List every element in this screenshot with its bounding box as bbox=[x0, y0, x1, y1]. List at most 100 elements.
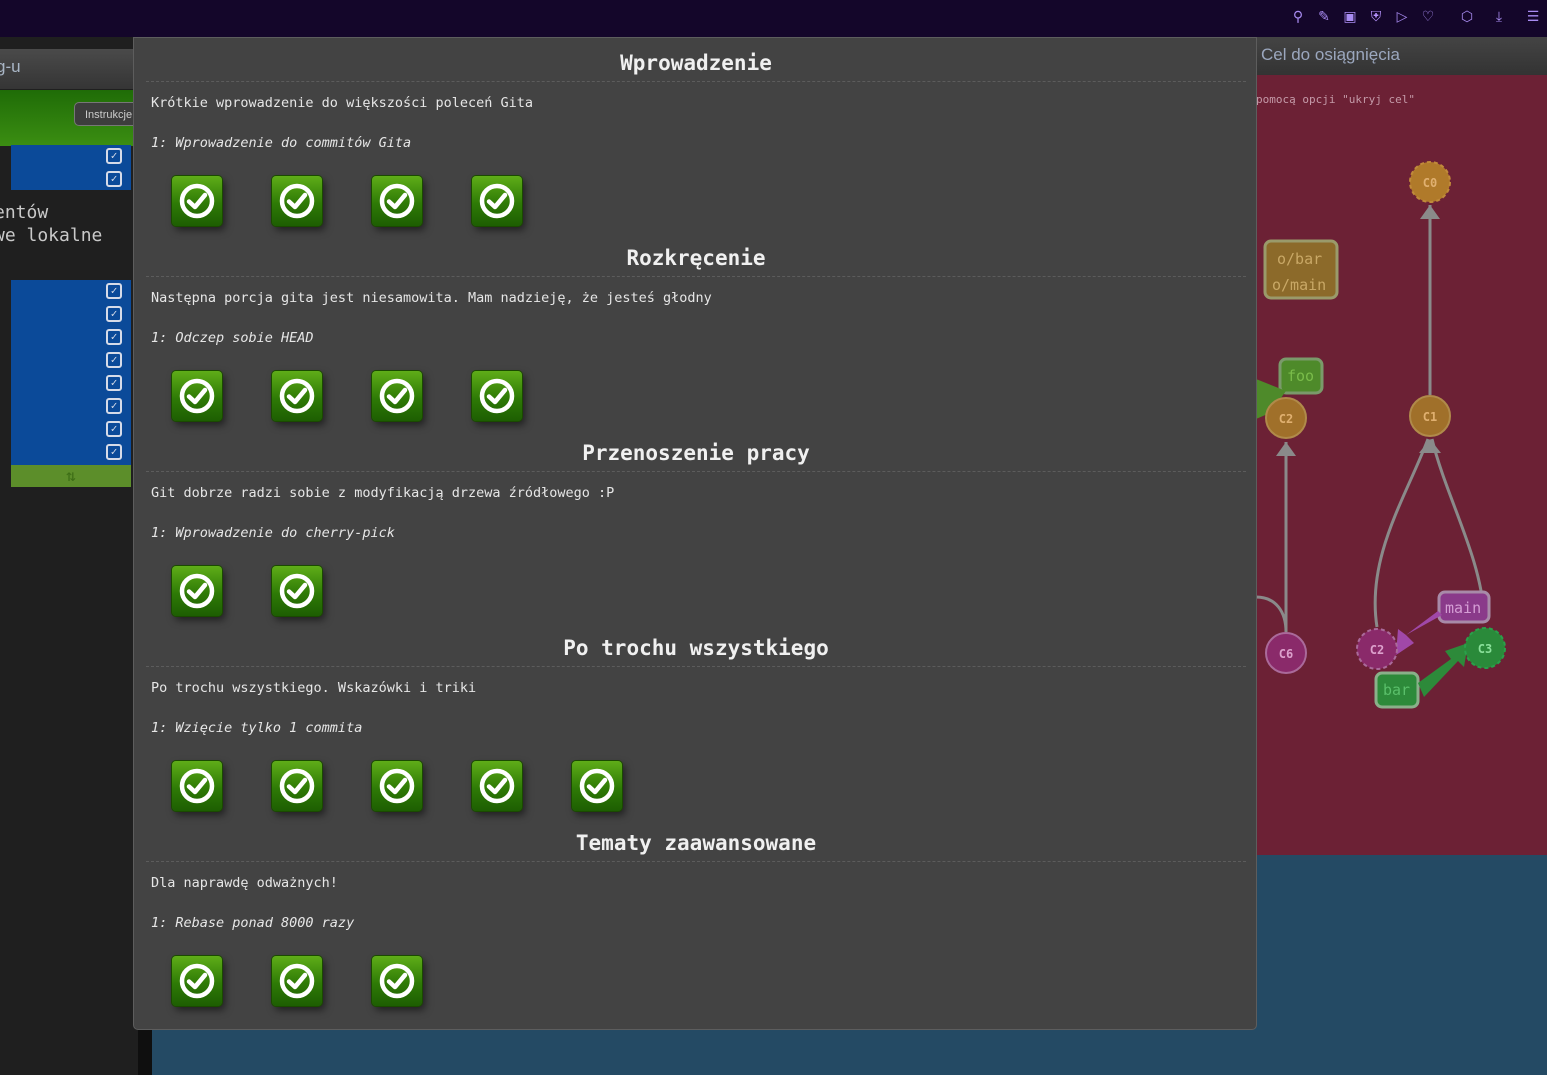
level-button[interactable] bbox=[472, 761, 522, 811]
edit-icon[interactable]: ✎ bbox=[1315, 8, 1333, 26]
camera-icon[interactable]: ▣ bbox=[1341, 8, 1359, 26]
check-icon bbox=[379, 963, 415, 999]
level-section: Po trochu wszystkiego Po trochu wszystkie… bbox=[134, 623, 1256, 818]
checkbox-icon[interactable]: ✓ bbox=[106, 444, 122, 460]
commit-node: C2 bbox=[1279, 412, 1293, 426]
download-icon[interactable]: ⤓ bbox=[1490, 8, 1508, 26]
check-icon bbox=[179, 768, 215, 804]
section-description: Dla naprawdę odważnych! bbox=[151, 875, 338, 891]
checkbox-icon[interactable]: ✓ bbox=[106, 375, 122, 391]
check-icon bbox=[379, 378, 415, 414]
cube-icon[interactable]: ⬡ bbox=[1458, 8, 1476, 26]
level-button[interactable] bbox=[572, 761, 622, 811]
section-level-name: 1: Wprowadzenie do cherry-pick bbox=[151, 525, 395, 541]
level-section: Tematy zaawansowane Dla naprawdę odważnyc… bbox=[134, 818, 1256, 1013]
level-button[interactable] bbox=[372, 956, 422, 1006]
check-icon bbox=[479, 183, 515, 219]
level-button[interactable] bbox=[372, 761, 422, 811]
level-button[interactable] bbox=[172, 761, 222, 811]
send-icon[interactable]: ▷ bbox=[1393, 8, 1411, 26]
check-icon bbox=[379, 183, 415, 219]
level-section: Przenoszenie pracy Git dobrze radzi sobie… bbox=[134, 428, 1256, 623]
commit-node: C3 bbox=[1478, 642, 1492, 656]
check-icon bbox=[279, 378, 315, 414]
section-description: Po trochu wszystkiego. Wskazówki i triki bbox=[151, 680, 477, 696]
checkbox-icon[interactable]: ✓ bbox=[106, 171, 122, 187]
left-titlebar bbox=[0, 49, 152, 89]
section-divider bbox=[146, 861, 1246, 862]
level-section: Wprowadzenie Krótkie wprowadzenie do więk… bbox=[134, 38, 1256, 233]
section-title: Wprowadzenie bbox=[620, 51, 772, 75]
checkbox-icon[interactable]: ✓ bbox=[106, 352, 122, 368]
level-button[interactable] bbox=[272, 956, 322, 1006]
section-divider bbox=[146, 276, 1246, 277]
check-icon bbox=[579, 768, 615, 804]
browser-toolbar: ⚲ ✎ ▣ ⛨ ▷ ♡ ⬡ ⤓ ☰ bbox=[0, 0, 1547, 37]
check-icon bbox=[379, 768, 415, 804]
check-icon bbox=[179, 963, 215, 999]
level-button[interactable] bbox=[172, 176, 222, 226]
level-button[interactable] bbox=[472, 176, 522, 226]
section-level-name: 1: Odczep sobie HEAD bbox=[151, 330, 314, 346]
branch-label: o/main bbox=[1272, 276, 1326, 294]
check-icon bbox=[279, 963, 315, 999]
section-description: Git dobrze radzi sobie z modyfikacją drz… bbox=[151, 485, 615, 501]
commit-node: C2 bbox=[1370, 643, 1384, 657]
checkbox-icon[interactable]: ✓ bbox=[106, 329, 122, 345]
section-divider bbox=[146, 666, 1246, 667]
checkbox-icon[interactable]: ✓ bbox=[106, 421, 122, 437]
branch-label: bar bbox=[1383, 681, 1410, 699]
level-button[interactable] bbox=[172, 371, 222, 421]
goal-tree: o/bar o/main foo main bar C0 C1 C2 C6 C2 bbox=[1256, 161, 1506, 709]
check-icon bbox=[479, 378, 515, 414]
left-text-line: we lokalne bbox=[0, 225, 103, 246]
section-title: Rozkręcenie bbox=[626, 246, 766, 270]
level-button[interactable] bbox=[372, 176, 422, 226]
level-select-modal: Wprowadzenie Krótkie wprowadzenie do więk… bbox=[133, 37, 1257, 1030]
menu-icon[interactable]: ☰ bbox=[1524, 8, 1542, 26]
left-text-line: entów bbox=[0, 202, 49, 223]
level-button[interactable] bbox=[172, 566, 222, 616]
section-description: Następna porcja gita jest niesamowita. M… bbox=[151, 290, 712, 306]
check-icon bbox=[279, 768, 315, 804]
section-title: Po trochu wszystkiego bbox=[563, 636, 829, 660]
swap-arrows-icon[interactable]: ⇅ bbox=[11, 465, 131, 487]
section-description: Krótkie wprowadzenie do większości polec… bbox=[151, 95, 534, 111]
section-title: Tematy zaawansowane bbox=[575, 831, 817, 855]
section-level-name: 1: Rebase ponad 8000 razy bbox=[151, 915, 355, 931]
commit-node: C6 bbox=[1279, 647, 1293, 661]
level-button[interactable] bbox=[272, 371, 322, 421]
section-title: Przenoszenie pracy bbox=[582, 441, 810, 465]
checkbox-icon[interactable]: ✓ bbox=[106, 398, 122, 414]
level-button[interactable] bbox=[472, 371, 522, 421]
check-icon bbox=[279, 183, 315, 219]
check-icon bbox=[179, 183, 215, 219]
heart-icon[interactable]: ♡ bbox=[1419, 8, 1437, 26]
level-button[interactable] bbox=[172, 956, 222, 1006]
section-divider bbox=[146, 81, 1246, 82]
level-button[interactable] bbox=[272, 566, 322, 616]
section-level-name: 1: Wprowadzenie do commitów Gita bbox=[151, 135, 412, 151]
zoom-icon[interactable]: ⚲ bbox=[1289, 8, 1307, 26]
branch-label: o/bar bbox=[1277, 250, 1322, 268]
checkbox-icon[interactable]: ✓ bbox=[106, 283, 122, 299]
branch-label: foo bbox=[1287, 367, 1314, 385]
level-button[interactable] bbox=[372, 371, 422, 421]
left-panel: g-u Instrukcje ✓ ✓ entów we lokalne ✓ ✓ … bbox=[0, 37, 152, 1075]
level-button[interactable] bbox=[272, 176, 322, 226]
shield-icon[interactable]: ⛨ bbox=[1367, 8, 1385, 26]
check-icon bbox=[479, 768, 515, 804]
commit-node: C0 bbox=[1423, 176, 1437, 190]
check-icon bbox=[179, 573, 215, 609]
checkbox-icon[interactable]: ✓ bbox=[106, 306, 122, 322]
section-divider bbox=[146, 471, 1246, 472]
section-level-name: 1: Wzięcie tylko 1 commita bbox=[151, 720, 363, 736]
left-title: g-u bbox=[0, 57, 21, 76]
check-icon bbox=[179, 378, 215, 414]
level-section: Rozkręcenie Następna porcja gita jest nie… bbox=[134, 233, 1256, 428]
goal-panel: Cel do osiągnięcia pomocą opcji "ukryj c… bbox=[1256, 37, 1547, 855]
check-icon bbox=[279, 573, 315, 609]
checkbox-icon[interactable]: ✓ bbox=[106, 148, 122, 164]
level-button[interactable] bbox=[272, 761, 322, 811]
commit-node: C1 bbox=[1423, 410, 1437, 424]
